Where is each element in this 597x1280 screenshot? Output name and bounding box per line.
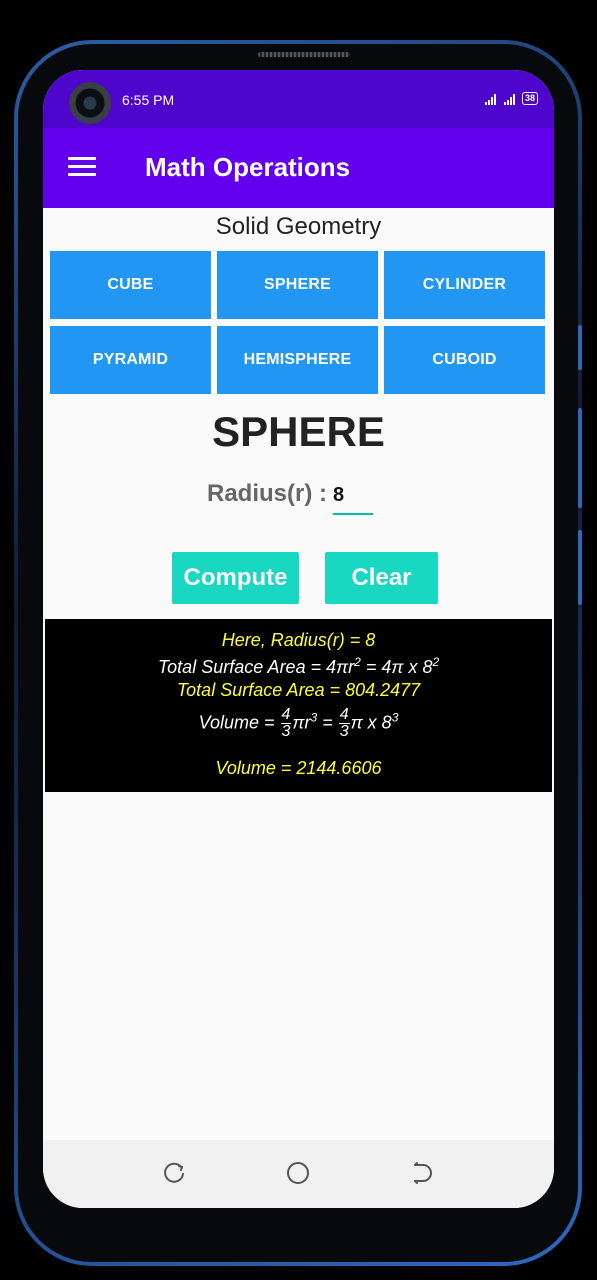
equals-sign: = — [322, 712, 333, 733]
tsa-formula-prefix: Total Surface Area = 4πr — [157, 657, 355, 677]
volume-exponent: 3 — [310, 710, 318, 725]
compute-button[interactable]: Compute — [172, 552, 299, 604]
front-camera — [69, 82, 111, 124]
fraction-numerator: 4 — [280, 706, 292, 724]
section-title: Solid Geometry — [215, 213, 382, 240]
status-time: 6:55 PM — [122, 92, 175, 108]
app-bar: Math Operations — [43, 128, 554, 208]
status-icons: 38 — [484, 91, 538, 105]
shape-button-grid: CUBE SPHERE CYLINDER PYRAMID HEMISPHERE … — [50, 251, 547, 394]
cube-button[interactable]: CUBE — [50, 251, 211, 319]
cuboid-button[interactable]: CUBOID — [384, 326, 545, 394]
navigation-bar — [43, 1140, 554, 1208]
volume-substituted: π x 8 — [350, 712, 392, 733]
app-title: Math Operations — [145, 152, 351, 182]
fraction-denominator: 3 — [281, 723, 291, 740]
recent-apps-icon[interactable] — [163, 1161, 187, 1185]
back-icon[interactable] — [409, 1161, 433, 1185]
power-button — [578, 530, 582, 605]
volume-up-button — [578, 325, 582, 370]
sphere-button[interactable]: SPHERE — [217, 251, 378, 319]
tsa-exponent: 2 — [432, 655, 440, 669]
cylinder-button[interactable]: CYLINDER — [384, 251, 545, 319]
fraction: 43 — [338, 706, 350, 740]
fraction-numerator: 4 — [338, 706, 350, 724]
volume-pi-r: πr — [292, 712, 311, 733]
home-icon[interactable] — [286, 1161, 310, 1185]
pyramid-button[interactable]: PYRAMID — [50, 326, 211, 394]
shape-heading: SPHERE — [212, 408, 385, 455]
clear-button[interactable]: Clear — [325, 552, 438, 604]
radius-label: Radius(r) : — [207, 480, 327, 507]
result-tsa-value: Total Surface Area = 804.2477 — [176, 680, 421, 700]
hamburger-menu-icon[interactable] — [68, 157, 96, 177]
radius-input[interactable] — [333, 482, 373, 515]
signal-icon — [503, 93, 515, 105]
fraction: 43 — [280, 706, 292, 740]
battery-icon: 38 — [521, 92, 538, 105]
fraction-denominator: 3 — [339, 723, 349, 740]
result-volume-value: Volume = 2144.6606 — [215, 758, 382, 778]
screen: 6:55 PM 38 Math Operations Solid Geometr… — [43, 70, 554, 1208]
volume-down-button — [578, 408, 582, 508]
volume-exponent: 3 — [391, 710, 399, 725]
hemisphere-button[interactable]: HEMISPHERE — [217, 326, 378, 394]
radius-row: Radius(r) : — [207, 480, 373, 515]
result-given: Here, Radius(r) = 8 — [221, 630, 376, 650]
result-volume-formula: Volume = 4 3 πr3 = 43π x 83 — [45, 707, 552, 740]
tsa-exponent: 2 — [354, 655, 361, 669]
result-panel: Here, Radius(r) = 8 Total Surface Area =… — [45, 619, 552, 792]
volume-prefix: Volume = — [198, 712, 275, 733]
tsa-formula-substituted: = 4π x 8 — [360, 657, 433, 677]
signal-icon — [484, 93, 496, 105]
status-bar: 6:55 PM 38 — [43, 70, 554, 128]
result-tsa-formula: Total Surface Area = 4πr2 = 4π x 82 — [45, 655, 552, 678]
earpiece-speaker — [258, 52, 350, 57]
